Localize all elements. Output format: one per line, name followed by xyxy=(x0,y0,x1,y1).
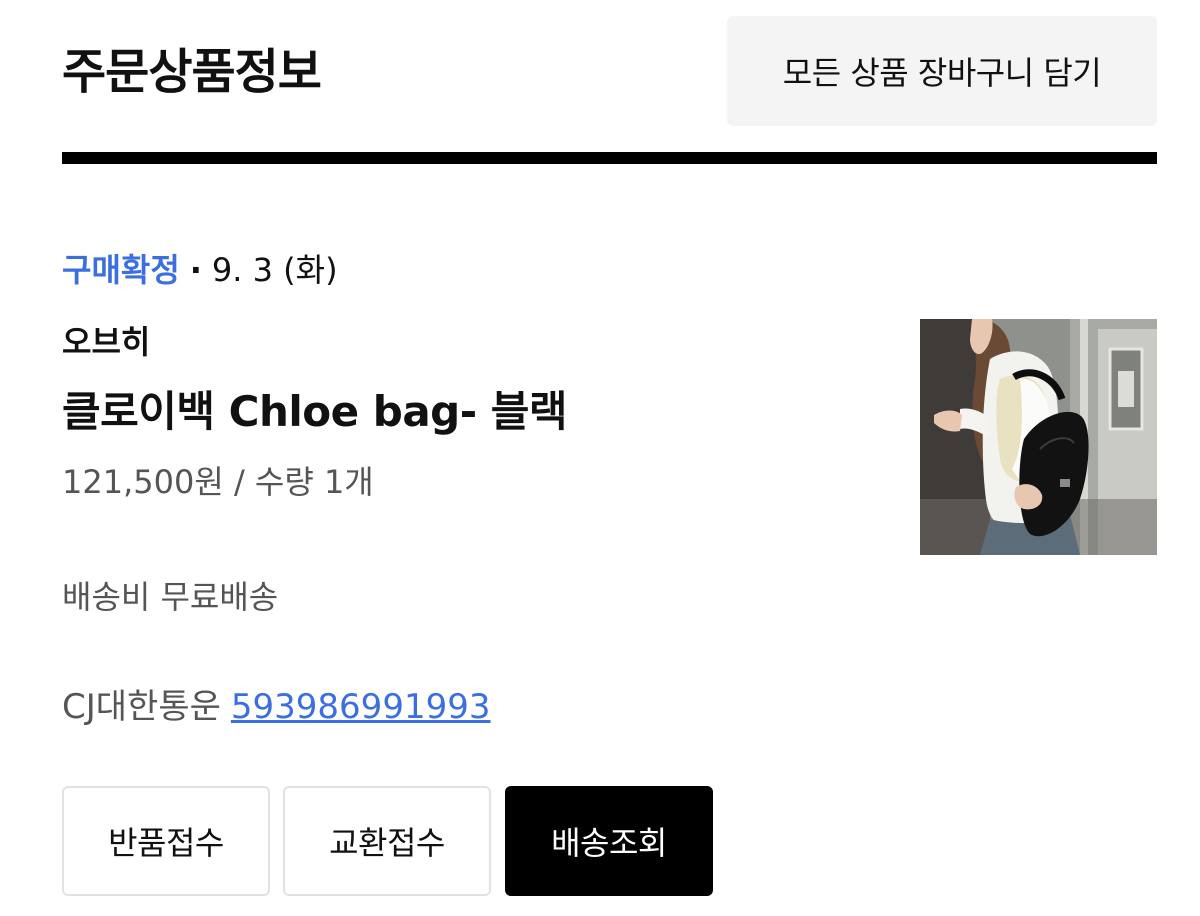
tracking-number-link[interactable]: 593986991993 xyxy=(231,687,491,727)
carrier-name: CJ대한통운 xyxy=(62,687,221,727)
section-divider xyxy=(62,152,1157,164)
order-status-line: 구매확정 · 9. 3 (화) xyxy=(62,248,338,292)
product-thumbnail[interactable] xyxy=(920,319,1157,555)
tracking-info: CJ대한통운 593986991993 xyxy=(62,684,490,730)
header: 주문상품정보 모든 상품 장바구니 담기 xyxy=(62,16,1157,128)
shipping-fee: 배송비 무료배송 xyxy=(62,578,279,616)
status-separator: · xyxy=(189,251,202,289)
price-quantity: 121,500원 / 수량 1개 xyxy=(62,463,374,501)
seller-name[interactable]: 오브히 xyxy=(62,320,150,364)
order-actions: 반품접수 교환접수 배송조회 xyxy=(62,786,762,896)
product-name[interactable]: 클로이백 Chloe bag- 블랙 xyxy=(62,384,568,440)
track-delivery-button[interactable]: 배송조회 xyxy=(505,786,713,896)
order-date: 9. 3 (화) xyxy=(211,251,338,289)
status-badge: 구매확정 xyxy=(62,251,180,289)
product-photo-illustration xyxy=(920,319,1157,555)
return-request-button[interactable]: 반품접수 xyxy=(62,786,270,896)
exchange-request-button[interactable]: 교환접수 xyxy=(283,786,491,896)
order-product-info-page: 주문상품정보 모든 상품 장바구니 담기 구매확정 · 9. 3 (화) 오브히 클… xyxy=(62,0,1157,916)
add-all-to-cart-button[interactable]: 모든 상품 장바구니 담기 xyxy=(727,16,1157,126)
page-title: 주문상품정보 xyxy=(62,44,322,100)
